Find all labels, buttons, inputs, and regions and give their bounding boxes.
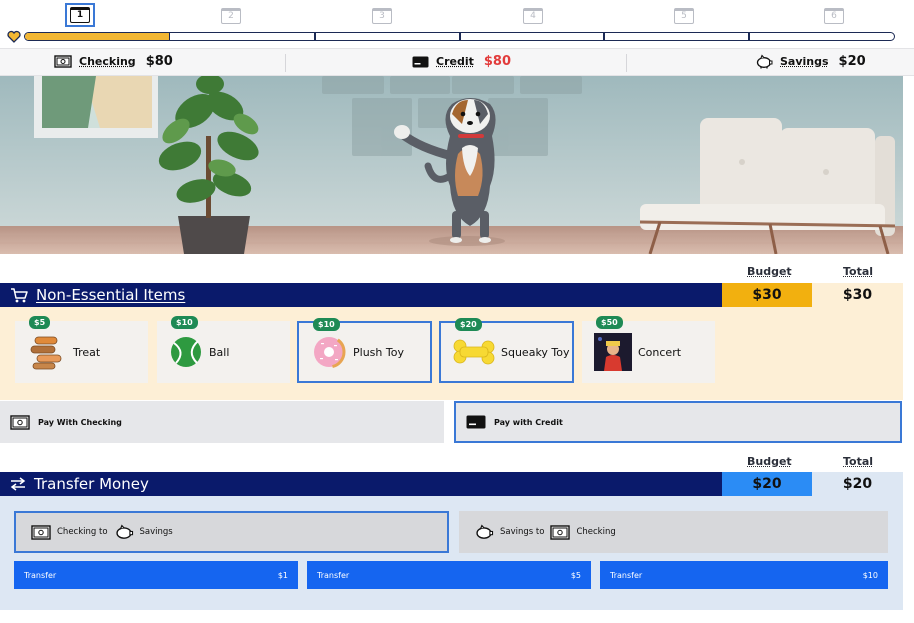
- price-badge: $20: [455, 318, 482, 331]
- savings-label: Savings: [780, 55, 829, 68]
- transfer-button-amount: $5: [570, 570, 581, 580]
- transfer-1-button[interactable]: Transfer $1: [14, 561, 298, 589]
- checking-to-savings-option[interactable]: Checking to Savings: [14, 511, 449, 553]
- transfer-from-label: Checking to: [57, 527, 108, 537]
- section-title: Transfer Money: [34, 475, 149, 493]
- item-name: Concert: [638, 345, 682, 359]
- transfer-5-button[interactable]: Transfer $5: [307, 561, 591, 589]
- progress-bar: [24, 32, 895, 41]
- transfer-area: Checking to Savings Savings to Checking …: [0, 496, 903, 610]
- progress-tick: [603, 33, 605, 40]
- piggy-bank-icon: [115, 524, 133, 539]
- cash-icon: [54, 55, 72, 68]
- transfer-header: Transfer Money $20 $20: [0, 472, 903, 496]
- item-card-concert[interactable]: $50 Concert: [582, 316, 715, 383]
- transfer-to-label: Checking: [576, 527, 616, 537]
- non-essential-header: Non-Essential Items $30 $30: [0, 283, 903, 307]
- checking-amount: $80: [145, 54, 173, 69]
- cash-icon: [31, 524, 51, 540]
- transfer-10-button[interactable]: Transfer $10: [600, 561, 888, 589]
- cash-icon: [550, 524, 571, 540]
- calendar-icon: 6: [824, 8, 844, 24]
- pay-credit-label: Pay with Credit: [494, 417, 563, 427]
- transfer-button-label: Transfer: [317, 570, 350, 580]
- budget-header: Budget: [747, 265, 792, 278]
- balances-bar: Checking $80 Credit $80 Savings $20: [0, 48, 914, 76]
- heart-icon: [7, 30, 21, 43]
- progress-fill: [25, 33, 171, 40]
- treat-icon: [30, 336, 62, 370]
- item-name: Squeaky Toy: [501, 345, 570, 359]
- credit-card-icon: [466, 415, 486, 429]
- price-badge: $5: [29, 316, 51, 329]
- checking-label: Checking: [79, 55, 136, 68]
- item-card-ball[interactable]: $10 Ball: [157, 316, 290, 383]
- non-essential-budget: $30: [722, 283, 812, 307]
- step-4[interactable]: 4: [521, 5, 545, 27]
- budget-header: Budget: [747, 455, 792, 468]
- living-room-scene: [0, 76, 903, 254]
- transfer-button-amount: $10: [862, 570, 878, 580]
- items-area: $5 Treat $10 Ball $10 Plush Toy $20 Sque…: [0, 307, 903, 400]
- price-badge: $10: [171, 316, 198, 329]
- calendar-icon: 3: [372, 8, 392, 24]
- section-title: Non-Essential Items: [36, 286, 186, 304]
- step-bar: 1 2 3 4 5 6: [0, 0, 914, 30]
- progress-tick: [314, 33, 316, 40]
- pay-with-checking-button[interactable]: Pay With Checking: [0, 401, 444, 443]
- calendar-icon: 4: [523, 8, 543, 24]
- calendar-icon: 2: [221, 8, 241, 24]
- calendar-icon: 5: [674, 8, 694, 24]
- checking-balance: Checking $80: [54, 54, 173, 69]
- transfer-from-label: Savings to: [500, 527, 545, 537]
- price-badge: $50: [596, 316, 623, 329]
- transfer-button-amount: $1: [277, 570, 288, 580]
- progress-tick: [748, 33, 750, 40]
- scene-illustration: [0, 76, 903, 254]
- step-5[interactable]: 5: [672, 5, 696, 27]
- transfer-button-label: Transfer: [24, 570, 57, 580]
- cash-icon: [10, 414, 30, 430]
- divider: [285, 54, 286, 72]
- progress-tick: [459, 33, 461, 40]
- savings-to-checking-option[interactable]: Savings to Checking: [459, 511, 888, 553]
- transfer-budget: $20: [722, 472, 812, 496]
- item-name: Plush Toy: [353, 345, 404, 359]
- plush-toy-icon: [312, 335, 346, 369]
- piggy-bank-icon: [756, 54, 773, 69]
- ball-icon: [171, 337, 201, 367]
- pay-checking-label: Pay With Checking: [38, 417, 122, 427]
- pay-with-credit-button[interactable]: Pay with Credit: [454, 401, 902, 443]
- price-badge: $10: [313, 318, 340, 331]
- credit-label: Credit: [436, 55, 474, 68]
- item-card-treat[interactable]: $5 Treat: [15, 316, 148, 383]
- item-name: Ball: [209, 345, 230, 359]
- item-name: Treat: [73, 345, 101, 359]
- step-6[interactable]: 6: [822, 5, 846, 27]
- transfer-arrows-icon: [10, 477, 26, 491]
- item-card-squeaky-toy[interactable]: $20 Squeaky Toy: [439, 318, 574, 383]
- divider: [626, 54, 627, 72]
- squeaky-toy-icon: [453, 339, 495, 365]
- transfer-to-label: Savings: [139, 527, 173, 537]
- transfer-button-label: Transfer: [610, 570, 643, 580]
- piggy-bank-icon: [476, 524, 494, 539]
- step-3[interactable]: 3: [370, 5, 394, 27]
- savings-balance: Savings $20: [755, 54, 866, 69]
- step-2[interactable]: 2: [219, 5, 243, 27]
- credit-card-icon: [412, 56, 429, 67]
- item-card-plush-toy[interactable]: $10 Plush Toy: [297, 318, 432, 383]
- savings-amount: $20: [838, 54, 866, 69]
- transfer-total: $20: [812, 472, 903, 496]
- calendar-icon: 1: [70, 7, 90, 23]
- total-header: Total: [843, 265, 874, 278]
- concert-icon: [594, 333, 632, 371]
- total-header: Total: [843, 455, 874, 468]
- credit-amount: $80: [483, 54, 512, 69]
- credit-balance: Credit $80: [412, 54, 511, 69]
- step-1[interactable]: 1: [65, 3, 95, 27]
- cart-icon: [11, 287, 28, 302]
- non-essential-total: $30: [812, 283, 903, 307]
